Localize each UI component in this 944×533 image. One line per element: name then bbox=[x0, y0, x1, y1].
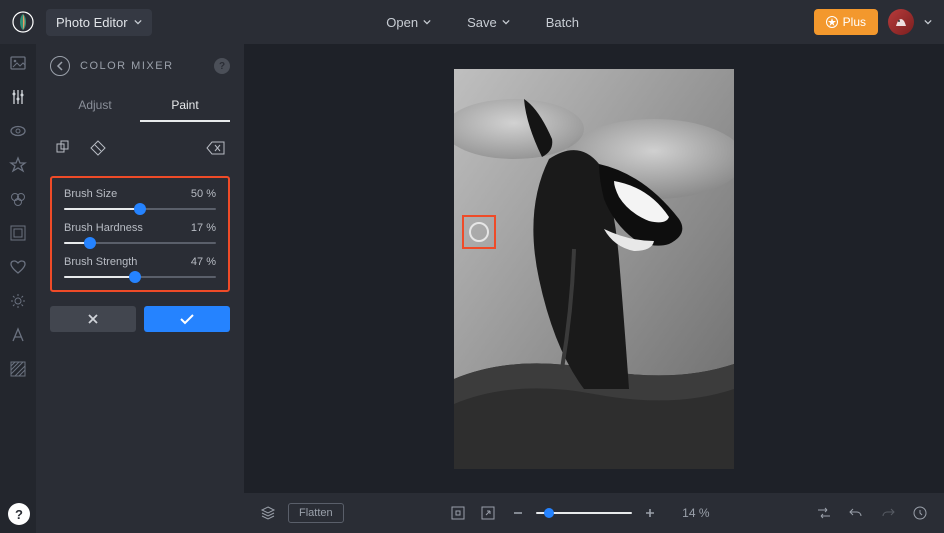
adjust-tool-icon[interactable] bbox=[9, 88, 27, 106]
texture-tool-icon[interactable] bbox=[9, 360, 27, 378]
brush-hardness-value: 17 % bbox=[191, 222, 216, 234]
brush-hardness-track[interactable] bbox=[64, 242, 216, 244]
bottombar-left: Flatten bbox=[260, 503, 344, 523]
zoom-in-icon[interactable] bbox=[642, 505, 658, 521]
batch-button[interactable]: Batch bbox=[532, 9, 593, 36]
plus-label: Plus bbox=[843, 15, 866, 29]
brush-strength-thumb[interactable] bbox=[129, 271, 141, 283]
fit-icon[interactable] bbox=[450, 505, 466, 521]
zoom-controls: 14 % bbox=[510, 505, 709, 521]
canvas-image[interactable] bbox=[454, 69, 734, 469]
panel-tabs: Adjust Paint bbox=[50, 90, 230, 122]
brush-cursor-circle bbox=[469, 222, 489, 242]
brush-hardness-slider: Brush Hardness 17 % bbox=[64, 222, 216, 244]
help-fab[interactable]: ? bbox=[8, 503, 30, 525]
app-selector[interactable]: Photo Editor bbox=[46, 9, 152, 36]
canvas-area: Flatten 14 % bbox=[244, 44, 944, 533]
image-tool-icon[interactable] bbox=[9, 54, 27, 72]
brush-hardness-thumb[interactable] bbox=[84, 237, 96, 249]
panel-header: COLOR MIXER ? bbox=[50, 56, 230, 76]
panel-actions bbox=[50, 306, 230, 332]
close-icon bbox=[86, 312, 100, 326]
history-icon[interactable] bbox=[912, 505, 928, 521]
erase-icon[interactable] bbox=[84, 134, 112, 162]
cancel-button[interactable] bbox=[50, 306, 136, 332]
eye-tool-icon[interactable] bbox=[9, 122, 27, 140]
brush-size-thumb[interactable] bbox=[134, 203, 146, 215]
compare-icon[interactable] bbox=[50, 134, 78, 162]
zoom-slider-thumb[interactable] bbox=[544, 508, 554, 518]
undo-icon[interactable] bbox=[848, 505, 864, 521]
zoom-slider[interactable] bbox=[536, 512, 632, 514]
bottombar: Flatten 14 % bbox=[244, 493, 944, 533]
chevron-down-icon[interactable] bbox=[924, 18, 932, 26]
open-label: Open bbox=[386, 15, 418, 30]
app-name-label: Photo Editor bbox=[56, 15, 128, 30]
layers-icon[interactable] bbox=[260, 505, 276, 521]
apply-button[interactable] bbox=[144, 306, 230, 332]
brush-strength-slider: Brush Strength 47 % bbox=[64, 256, 216, 278]
avatar-image bbox=[892, 13, 910, 31]
heart-tool-icon[interactable] bbox=[9, 258, 27, 276]
tab-adjust[interactable]: Adjust bbox=[50, 90, 140, 122]
flatten-button[interactable]: Flatten bbox=[288, 503, 344, 523]
expand-icon[interactable] bbox=[480, 505, 496, 521]
topbar: Photo Editor Open Save Batch Plus bbox=[0, 0, 944, 44]
effects-tool-icon[interactable] bbox=[9, 190, 27, 208]
panel-title: COLOR MIXER bbox=[80, 60, 204, 72]
brush-size-slider: Brush Size 50 % bbox=[64, 188, 216, 210]
gear-tool-icon[interactable] bbox=[9, 292, 27, 310]
redo-icon[interactable] bbox=[880, 505, 896, 521]
brush-cursor-highlighted bbox=[462, 215, 496, 249]
save-label: Save bbox=[467, 15, 497, 30]
brush-sliders-highlighted: Brush Size 50 % Brush Hardness 17 % bbox=[50, 176, 230, 292]
main-area: COLOR MIXER ? Adjust Paint Brush Size 50… bbox=[0, 44, 944, 533]
brush-size-track[interactable] bbox=[64, 208, 216, 210]
back-button[interactable] bbox=[50, 56, 70, 76]
save-button[interactable]: Save bbox=[453, 9, 524, 36]
batch-label: Batch bbox=[546, 15, 579, 30]
open-button[interactable]: Open bbox=[372, 9, 445, 36]
chevron-down-icon bbox=[134, 18, 142, 26]
paint-tools-row bbox=[50, 134, 230, 162]
text-tool-icon[interactable] bbox=[9, 326, 27, 344]
star-tool-icon[interactable] bbox=[9, 156, 27, 174]
brush-strength-label: Brush Strength bbox=[64, 256, 137, 268]
check-icon bbox=[179, 312, 195, 326]
topbar-center: Open Save Batch bbox=[372, 9, 593, 36]
tab-paint[interactable]: Paint bbox=[140, 90, 230, 122]
brush-size-value: 50 % bbox=[191, 188, 216, 200]
brush-hardness-label: Brush Hardness bbox=[64, 222, 143, 234]
topbar-left: Photo Editor bbox=[12, 9, 152, 36]
side-panel: COLOR MIXER ? Adjust Paint Brush Size 50… bbox=[36, 44, 244, 533]
plus-upgrade-button[interactable]: Plus bbox=[814, 9, 878, 35]
star-icon bbox=[826, 16, 838, 28]
compare-toggle-icon[interactable] bbox=[816, 505, 832, 521]
clear-mask-icon[interactable] bbox=[202, 134, 230, 162]
topbar-right: Plus bbox=[814, 9, 932, 35]
brush-strength-track[interactable] bbox=[64, 276, 216, 278]
chevron-down-icon bbox=[502, 18, 510, 26]
zoom-out-icon[interactable] bbox=[510, 505, 526, 521]
arrow-left-icon bbox=[55, 61, 65, 71]
horse-photo bbox=[454, 69, 734, 469]
bottombar-right bbox=[816, 505, 928, 521]
canvas-viewport[interactable] bbox=[244, 44, 944, 493]
frame-tool-icon[interactable] bbox=[9, 224, 27, 242]
toolstrip bbox=[0, 44, 36, 533]
zoom-percent: 14 % bbox=[682, 506, 709, 520]
panel-help-icon[interactable]: ? bbox=[214, 58, 230, 74]
chevron-down-icon bbox=[423, 18, 431, 26]
app-logo[interactable] bbox=[12, 11, 34, 33]
brush-size-label: Brush Size bbox=[64, 188, 117, 200]
user-avatar[interactable] bbox=[888, 9, 914, 35]
brush-strength-value: 47 % bbox=[191, 256, 216, 268]
